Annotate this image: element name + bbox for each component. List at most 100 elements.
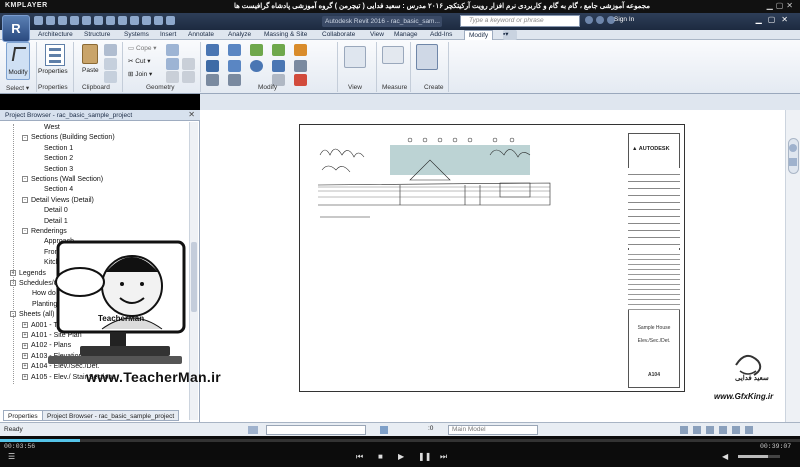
scale-icon[interactable] (206, 74, 219, 86)
text-icon[interactable] (106, 16, 115, 25)
steering-wheel-icon[interactable] (789, 144, 797, 152)
close-icon[interactable]: ✕ (188, 110, 195, 119)
expand-toggle-icon[interactable]: + (22, 321, 28, 328)
geometry-icon-4[interactable] (166, 71, 179, 83)
match-type-icon[interactable] (104, 71, 117, 83)
paste-label[interactable]: Paste (82, 67, 99, 74)
align-icon[interactable] (206, 44, 219, 56)
save-icon[interactable] (46, 16, 55, 25)
tab-architecture[interactable]: Architecture (38, 30, 73, 40)
tab-properties[interactable]: Properties (3, 410, 43, 421)
quick-access-toolbar[interactable] (34, 16, 175, 27)
workset-dropdown[interactable] (266, 425, 366, 435)
expand-toggle-icon[interactable]: + (22, 373, 28, 380)
mirror-icon[interactable] (250, 44, 263, 56)
paste-icon[interactable] (82, 44, 98, 64)
expand-toggle-icon[interactable]: - (22, 196, 28, 203)
expand-toggle-icon[interactable]: + (22, 363, 28, 370)
cope-button[interactable]: ▭ Cope ▾ (128, 44, 157, 52)
pause-icon[interactable]: ❚❚ (418, 452, 431, 461)
tab-manage[interactable]: Manage (394, 30, 418, 40)
stop-icon[interactable]: ■ (378, 452, 383, 461)
switch-windows-icon[interactable] (166, 16, 175, 25)
select-panel-label[interactable]: Select ▾ (6, 84, 29, 92)
tab-collaborate[interactable]: Collaborate (322, 30, 355, 40)
modify-button[interactable]: Modify (6, 42, 30, 80)
previous-icon[interactable]: ⏮ (356, 452, 363, 462)
star-icon[interactable] (596, 16, 604, 24)
section-icon[interactable] (130, 16, 139, 25)
3d-view-icon[interactable] (118, 16, 127, 25)
redo-icon[interactable] (70, 16, 79, 25)
tab-modify[interactable]: Modify (464, 30, 494, 40)
geometry-icon-2[interactable] (166, 58, 179, 70)
geometry-icon-5[interactable] (182, 71, 195, 83)
geometry-icon-3[interactable] (182, 58, 195, 70)
undo-icon[interactable] (58, 16, 67, 25)
next-icon[interactable]: ⏭ (440, 452, 447, 462)
tab-massing-site[interactable]: Massing & Site (264, 30, 307, 40)
select-underlay-icon[interactable] (693, 426, 701, 434)
tab-structure[interactable]: Structure (84, 30, 110, 40)
revit-window-buttons[interactable]: ▁▢✕ (756, 15, 794, 24)
tree-item[interactable]: Detail 1 (44, 218, 68, 225)
trim-icon[interactable] (272, 60, 285, 72)
expand-toggle-icon[interactable]: + (22, 332, 28, 339)
tab-add-ins[interactable]: Add-Ins (430, 30, 452, 40)
filter-icon[interactable] (745, 426, 753, 434)
cut-clipboard-icon[interactable] (104, 58, 117, 70)
tab-systems[interactable]: Systems (124, 30, 149, 40)
measure-icon[interactable] (94, 16, 103, 25)
selection-filter-icons[interactable] (680, 426, 753, 434)
open-icon[interactable] (34, 16, 43, 25)
tab-options-dropdown[interactable]: ▪▾ (503, 30, 517, 40)
expand-toggle-icon[interactable]: + (22, 342, 28, 349)
zoom-icon[interactable] (789, 158, 797, 166)
tree-item[interactable]: - Detail Views (Detail) (22, 197, 94, 204)
tab-insert[interactable]: Insert (160, 30, 176, 40)
editing-requests-icon[interactable] (380, 426, 388, 434)
expand-toggle-icon[interactable]: - (22, 134, 28, 141)
tree-item[interactable]: Section 4 (44, 186, 73, 193)
expand-toggle-icon[interactable]: + (22, 352, 28, 359)
geometry-icon-1[interactable] (166, 44, 179, 56)
select-by-face-icon[interactable] (719, 426, 727, 434)
cut-button[interactable]: ✂ Cut ▾ (128, 57, 150, 65)
worksets-icon[interactable] (248, 426, 258, 434)
scrollbar-thumb[interactable] (191, 242, 197, 312)
expand-toggle-icon[interactable]: - (22, 228, 28, 235)
expand-toggle-icon[interactable]: - (22, 176, 28, 183)
properties-label[interactable]: Properties (38, 68, 68, 75)
infocenter-icons[interactable] (585, 16, 615, 24)
array-icon[interactable] (228, 74, 241, 86)
application-menu-button[interactable]: R (2, 15, 30, 42)
properties-icon[interactable] (45, 44, 65, 66)
player-window-buttons[interactable]: ▁▢✕ (767, 1, 796, 10)
create-icon[interactable] (416, 44, 438, 70)
copy-clipboard-icon[interactable] (104, 44, 117, 56)
split-face-icon[interactable] (294, 60, 307, 72)
search-input[interactable]: Type a keyword or phrase (460, 15, 580, 27)
seek-bar[interactable] (0, 439, 800, 442)
join-button[interactable]: ⊞ Join ▾ (128, 70, 152, 78)
tree-item[interactable]: Detail 0 (44, 207, 68, 214)
select-pinned-icon[interactable] (706, 426, 714, 434)
view-icon[interactable] (344, 46, 366, 68)
print-icon[interactable] (82, 16, 91, 25)
measure-icon[interactable] (382, 46, 404, 64)
mirror-draw-icon[interactable] (272, 44, 285, 56)
play-icon[interactable]: ▶ (398, 452, 404, 461)
split-icon[interactable] (294, 44, 307, 56)
menu-icon[interactable]: ☰ (8, 452, 15, 461)
sign-in-link[interactable]: Sign In (614, 16, 634, 23)
thin-lines-icon[interactable] (142, 16, 151, 25)
move-icon[interactable] (206, 60, 219, 72)
design-options-dropdown[interactable]: Main Model (448, 425, 538, 435)
tree-item[interactable]: Section 1 (44, 145, 73, 152)
tree-item[interactable]: Section 3 (44, 166, 73, 173)
tree-item[interactable]: West (44, 124, 60, 131)
tree-item[interactable]: - Sections (Building Section) (22, 134, 115, 141)
tab-annotate[interactable]: Annotate (188, 30, 214, 40)
close-hidden-icon[interactable] (154, 16, 163, 25)
tab-view[interactable]: View (370, 30, 384, 40)
